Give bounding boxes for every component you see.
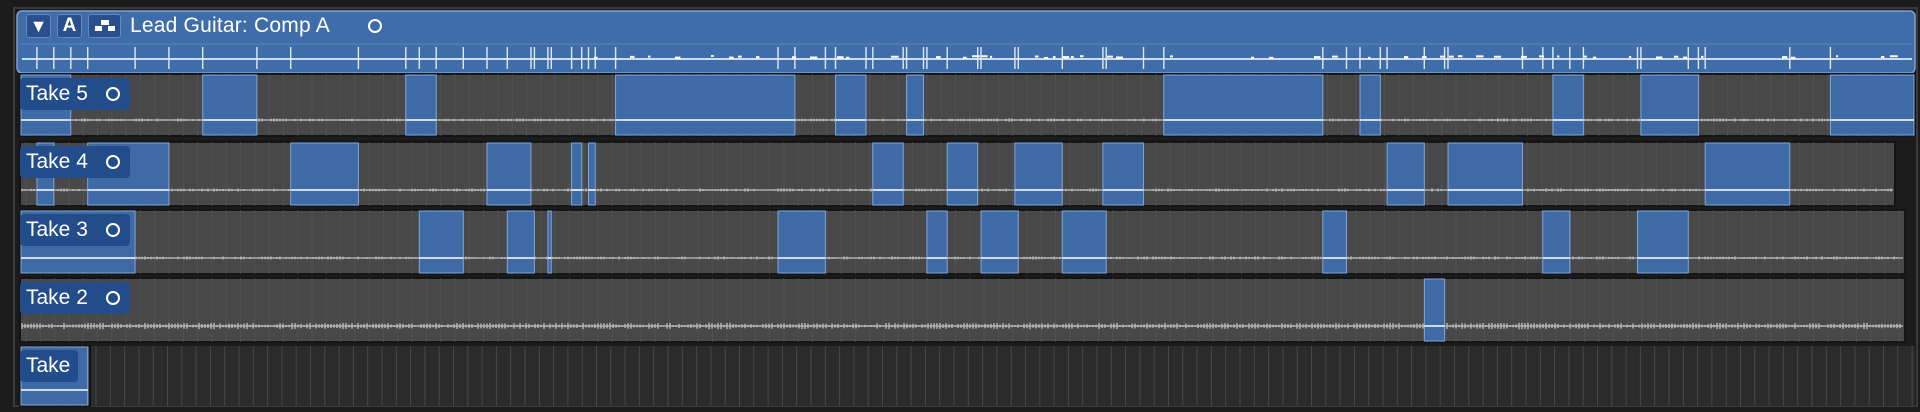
take4-selection-10 <box>1386 142 1425 206</box>
take-5-label: Take 5 <box>26 82 88 105</box>
take-lanes-canvas <box>13 7 1918 407</box>
take4-selection-11 <box>1447 142 1523 206</box>
take5-selection-4 <box>835 74 867 136</box>
take5-selection-3 <box>615 74 796 136</box>
take2-region <box>19 277 1906 343</box>
disclosure-triangle-button[interactable]: ▼ <box>26 14 51 38</box>
take-3-select-button[interactable] <box>105 223 120 237</box>
comp-select-button[interactable] <box>368 19 382 33</box>
take-5-select-button[interactable] <box>105 87 120 101</box>
take3-selection-5 <box>926 210 948 274</box>
take5-selection-10 <box>1829 74 1915 136</box>
take5-selection-6 <box>1163 74 1324 136</box>
take4-selection-9 <box>1102 142 1144 206</box>
take3-selection-1 <box>418 210 464 274</box>
take-4-header[interactable]: Take 4 <box>20 146 130 178</box>
take3-selection-3 <box>547 210 552 274</box>
quick-swipe-comping-icon <box>94 20 115 31</box>
take5-selection-2 <box>405 74 437 136</box>
take5-selection-8 <box>1552 74 1584 136</box>
take5-region <box>19 73 1916 137</box>
take3-selection-10 <box>1637 210 1689 274</box>
take-5-header[interactable]: Take 5 <box>20 78 130 110</box>
take4-selection-7 <box>946 142 979 206</box>
take4-selection-6 <box>872 142 904 206</box>
take4-selection-5 <box>588 142 596 206</box>
disclosure-triangle-icon: ▼ <box>29 15 48 36</box>
quick-swipe-comping-button[interactable] <box>88 14 121 38</box>
take-3-label: Take 3 <box>26 218 88 241</box>
take3-region <box>19 209 1906 275</box>
take5-selection-1 <box>202 74 258 136</box>
take-1-header[interactable]: Take <box>20 350 79 382</box>
take-2-label: Take 2 <box>26 286 88 309</box>
take1-empty-lane <box>20 346 1915 406</box>
take3-selection-9 <box>1542 210 1571 274</box>
take3-selection-2 <box>506 210 535 274</box>
take2-selection-0 <box>1423 278 1446 342</box>
take3-selection-6 <box>980 210 1019 274</box>
take5-selection-5 <box>906 74 925 136</box>
take5-selection-7 <box>1359 74 1381 136</box>
take-4-select-button[interactable] <box>105 155 120 169</box>
take-2-header[interactable]: Take 2 <box>20 282 130 314</box>
take-folder-area: ▼ A Lead Guitar: Comp A Take 5 Take 4 Ta… <box>0 0 1920 412</box>
take-3-header[interactable]: Take 3 <box>20 214 130 246</box>
auto-label: A <box>62 15 77 36</box>
take4-selection-3 <box>486 142 532 206</box>
take5-selection-9 <box>1640 74 1699 136</box>
take3-selection-7 <box>1061 210 1107 274</box>
take3-selection-8 <box>1322 210 1347 274</box>
take3-selection-4 <box>777 210 826 274</box>
comp-title: Lead Guitar: Comp A <box>130 14 330 37</box>
take4-selection-2 <box>290 142 359 206</box>
take4-selection-4 <box>571 142 583 206</box>
take4-selection-12 <box>1704 142 1791 206</box>
take-4-label: Take 4 <box>26 150 88 173</box>
take-2-select-button[interactable] <box>105 291 120 305</box>
take4-selection-8 <box>1014 142 1063 206</box>
take-1-label: Take <box>26 354 71 377</box>
auto-button[interactable]: A <box>57 14 82 38</box>
